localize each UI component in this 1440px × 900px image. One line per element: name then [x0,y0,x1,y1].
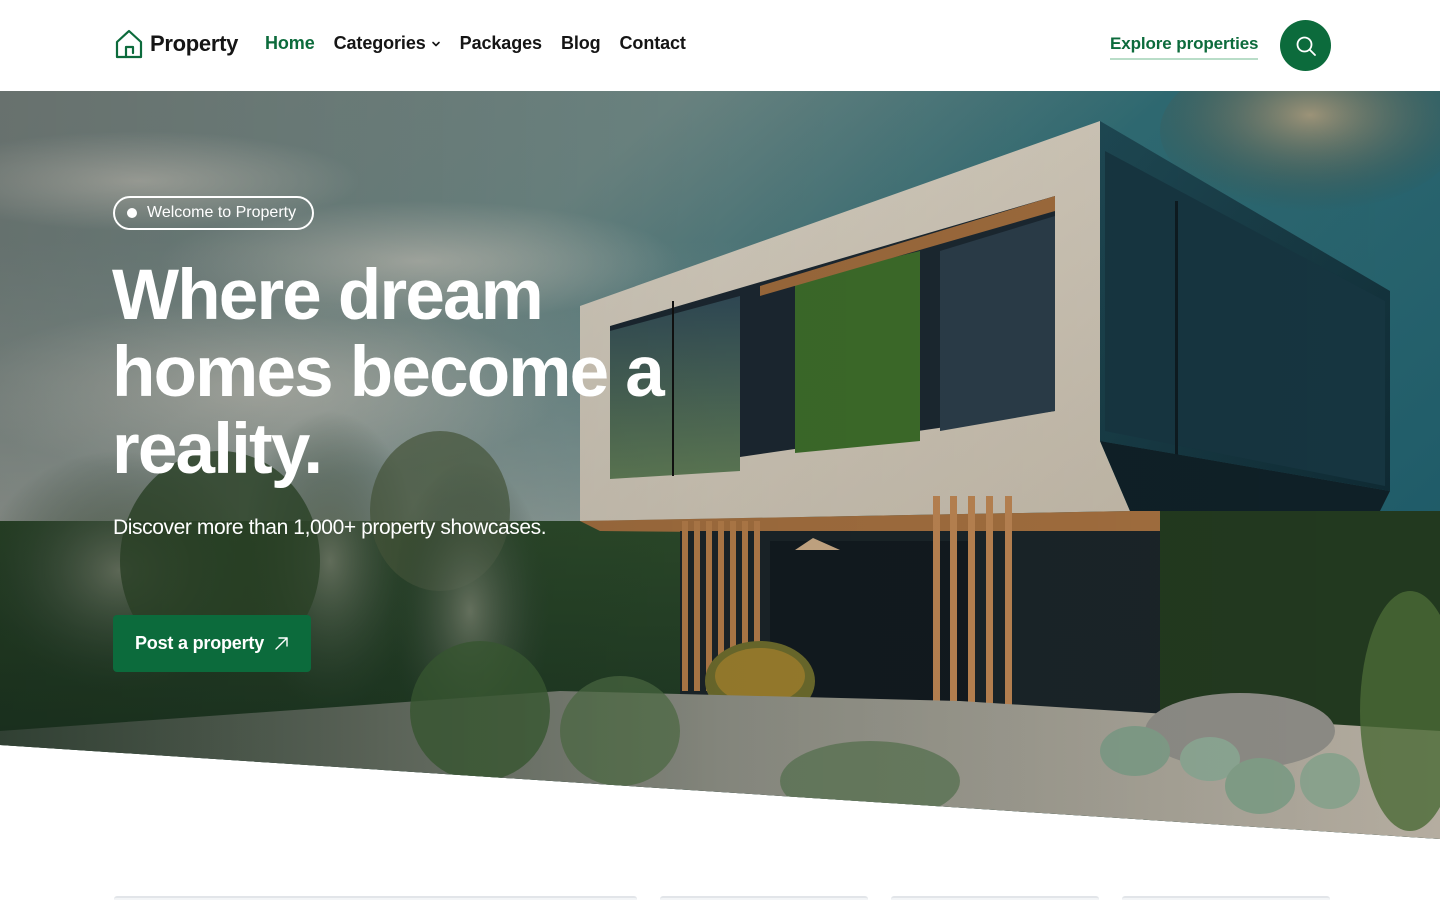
nav-packages[interactable]: Packages [460,33,542,54]
welcome-badge: Welcome to Property [113,196,315,230]
hero-title-line-3: reality. [112,410,323,489]
nav-categories[interactable]: Categories [334,33,441,54]
nav-home-label: Home [265,33,315,53]
search-button[interactable] [1280,20,1331,71]
search-filter-bar [0,896,1440,900]
badge-dot-icon [127,208,137,218]
badge-text: Welcome to Property [147,204,297,221]
nav-categories-label: Categories [333,33,426,53]
logo-link[interactable]: Property [114,28,238,60]
nav-blog-label: Blog [560,33,601,53]
nav-home[interactable]: Home [265,33,315,54]
hero-subtitle: Discover more than 1,000+ property showc… [113,516,547,539]
nav-packages-label: Packages [459,33,542,53]
filter-field-location[interactable] [114,896,637,900]
post-property-label: Post a property [134,633,265,653]
arrow-up-right-icon [275,637,288,650]
hero-title-line-1: Where dream [112,256,544,335]
chevron-down-icon [431,41,440,46]
brand-name: Property [150,31,239,56]
main-nav: Home Categories Packages Blog Contact [265,33,686,54]
filter-field-3[interactable] [891,896,1099,900]
post-property-button[interactable]: Post a property [113,615,311,672]
hero-title: Where dream homes become a reality. [112,257,732,488]
site-header: Property Home Categories Packages Blog C… [0,0,1440,91]
filter-field-2[interactable] [660,896,868,900]
hero-section: Welcome to Property Where dream homes be… [0,91,1440,839]
house-icon [115,29,143,59]
hero-title-line-2: homes become a [112,333,665,412]
filter-field-4[interactable] [1122,896,1330,900]
nav-contact-label: Contact [619,33,686,53]
nav-contact[interactable]: Contact [620,33,686,54]
explore-properties-link[interactable]: Explore properties [1110,34,1259,60]
nav-blog[interactable]: Blog [561,33,601,54]
search-icon [1296,36,1316,56]
